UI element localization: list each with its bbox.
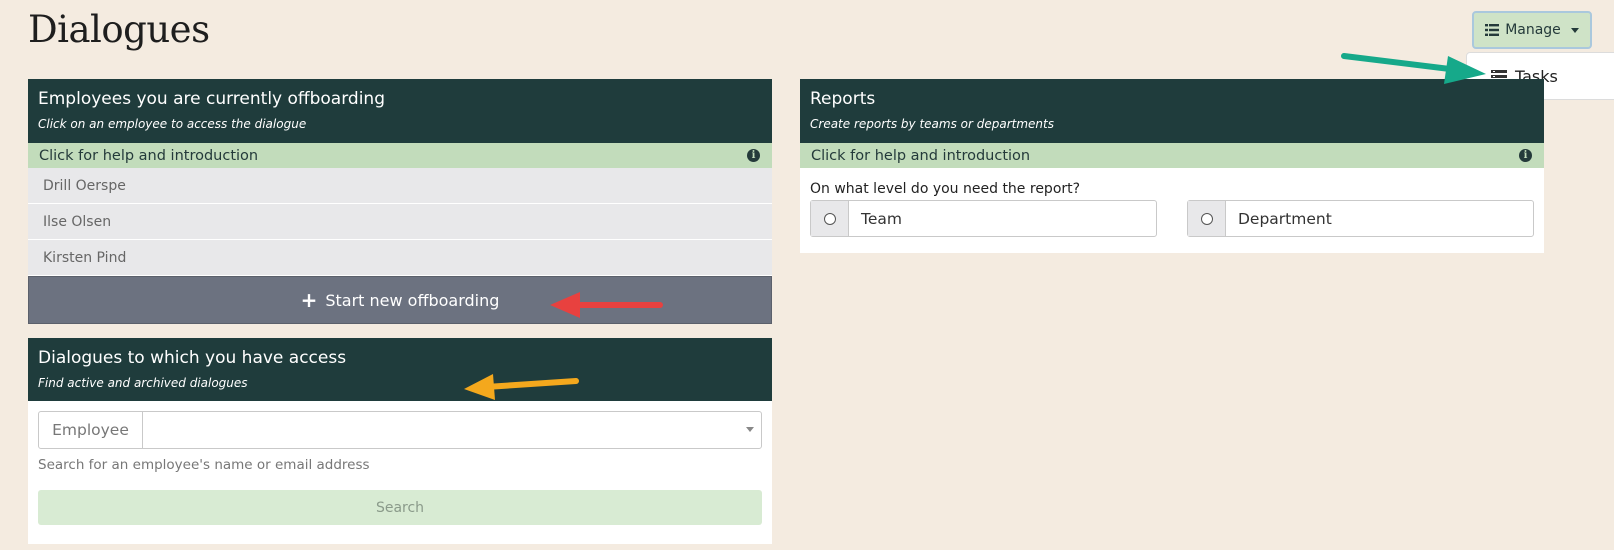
offboarding-subtitle: Click on an employee to access the dialo…: [38, 117, 307, 131]
list-icon: [1485, 24, 1500, 36]
search-help-text: Search for an employee's name or email a…: [38, 457, 370, 473]
reports-subtitle: Create reports by teams or departments: [810, 117, 1054, 131]
access-title: Dialogues to which you have access: [38, 348, 347, 368]
radio-label: Team: [861, 209, 902, 228]
search-button[interactable]: Search: [38, 490, 762, 525]
help-label: Click for help and introduction: [39, 147, 259, 164]
employee-item[interactable]: Drill Oerspe: [28, 168, 772, 204]
reports-card: Reports Create reports by teams or depar…: [800, 79, 1544, 253]
access-subtitle: Find active and archived dialogues: [38, 376, 248, 390]
access-header: Dialogues to which you have access Find …: [28, 338, 772, 401]
red-arrow-icon: [550, 292, 663, 318]
employee-select-group: Employee: [38, 411, 762, 449]
employee-item[interactable]: Kirsten Pind: [28, 240, 772, 276]
page-title: Dialogues: [28, 8, 210, 51]
offboarding-card: Employees you are currently offboarding …: [28, 79, 772, 324]
radio-button[interactable]: [823, 212, 836, 225]
info-icon: i: [747, 149, 760, 162]
employee-addon: Employee: [39, 412, 143, 448]
offboarding-title: Employees you are currently offboarding: [38, 89, 385, 109]
reports-header: Reports Create reports by teams or depar…: [800, 79, 1544, 143]
radio-option-team[interactable]: Team: [810, 200, 1157, 237]
manage-label: Manage: [1505, 22, 1561, 38]
radio-button[interactable]: [1200, 212, 1213, 225]
report-level-question: On what level do you need the report?: [810, 181, 1081, 197]
offboarding-help-bar[interactable]: Click for help and introduction i: [28, 143, 772, 168]
access-card: Dialogues to which you have access Find …: [28, 338, 772, 544]
start-offboarding-label: Start new offboarding: [325, 290, 500, 310]
orange-arrow-icon: [464, 374, 579, 400]
radio-addon: [1188, 201, 1226, 236]
info-icon: i: [1519, 149, 1532, 162]
green-arrow-icon: [1341, 53, 1486, 84]
radio-addon: [811, 201, 849, 236]
radio-option-department[interactable]: Department: [1187, 200, 1534, 237]
employee-item[interactable]: Ilse Olsen: [28, 204, 772, 240]
reports-title: Reports: [810, 89, 876, 109]
offboarding-header: Employees you are currently offboarding …: [28, 79, 772, 143]
report-level-options: Team Department: [810, 200, 1534, 237]
manage-button[interactable]: Manage: [1472, 11, 1592, 49]
radio-label: Department: [1238, 209, 1332, 228]
help-label: Click for help and introduction: [811, 147, 1031, 164]
caret-down-icon: [1570, 27, 1579, 33]
plus-icon: +: [300, 288, 318, 312]
reports-help-bar[interactable]: Click for help and introduction i: [800, 143, 1544, 168]
employee-select[interactable]: [143, 412, 761, 448]
caret-down-icon: [746, 427, 754, 432]
